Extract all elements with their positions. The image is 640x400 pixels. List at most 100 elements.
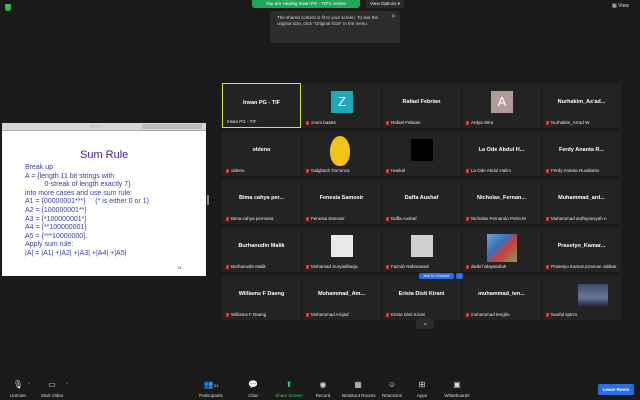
shared-window-titlebar: ▢ ▢ ▢ xyxy=(2,123,206,131)
participant-tile[interactable]: Rafael Febrian Rafael Febrian xyxy=(382,83,461,128)
participant-display-name: Burhanudin Malik xyxy=(238,243,285,249)
scroll-down-chevron-icon[interactable]: ⌄ xyxy=(416,318,434,329)
participant-display-name: Muhammad_ard... xyxy=(558,195,605,201)
participant-name: Ardya Wira xyxy=(471,120,494,125)
whiteboard-icon: ▣ xyxy=(453,380,461,389)
participant-name: Fenesia Samosir xyxy=(311,216,345,221)
participant-avatar xyxy=(411,139,433,161)
share-screen-icon: ⬆ xyxy=(285,380,293,389)
view-button[interactable]: ▦ View xyxy=(612,3,629,9)
participants-count: 31 xyxy=(213,383,219,388)
muted-mic-icon xyxy=(306,120,309,125)
more-options-button[interactable]: ··· xyxy=(456,273,463,279)
reactions-label: Reactions xyxy=(381,393,402,398)
participant-tile[interactable]: Haekal xyxy=(382,131,461,176)
start-video-button[interactable]: ▭ Start Video xyxy=(36,380,68,398)
participant-display-name: Bima cahya per... xyxy=(239,195,284,201)
participant-name-label: Muhammad ardhiyansyah n xyxy=(546,216,607,221)
participant-name-label: muhammad tengku xyxy=(466,312,510,317)
slide-title: Sum Rule xyxy=(80,149,129,161)
participant-name-label: Mohamad Suryadiharja xyxy=(306,264,358,269)
security-shield-icon[interactable] xyxy=(5,4,11,11)
participant-name: Burhanudin Malik xyxy=(231,264,266,269)
participant-tile[interactable]: Burhanudin Malik Burhanudin Malik xyxy=(222,227,301,272)
chat-button[interactable]: 💬 Chat xyxy=(237,380,269,398)
participant-tile[interactable]: Daffa Aushaf Daffa Aushaf xyxy=(382,179,461,224)
participant-display-name: Prasetyo_Kamar... xyxy=(557,243,606,249)
share-screen-button[interactable]: ⬆ Share Screen xyxy=(273,380,305,398)
participant-tile[interactable]: Irwan PG - TIF Irwan PG - TIF xyxy=(222,83,301,128)
participant-tile[interactable]: Mohamad Suryadiharja xyxy=(302,227,381,272)
participant-name-label: oldeno xyxy=(226,168,245,173)
participant-name-label: Erista Disti Kirani xyxy=(386,312,425,317)
record-icon: ◉ xyxy=(319,380,327,389)
muted-mic-icon xyxy=(226,216,229,221)
participant-tile[interactable]: Nicholas_Fernan... Nicholas Fernando Putr… xyxy=(462,179,541,224)
muted-mic-icon xyxy=(466,168,469,173)
participant-avatar xyxy=(487,234,517,262)
muted-mic-icon xyxy=(386,120,389,125)
record-button[interactable]: ◉ Record xyxy=(307,380,339,398)
participant-avatar xyxy=(330,136,350,166)
participant-tile[interactable]: Galgharzi Dorionza xyxy=(302,131,381,176)
reactions-button[interactable]: ☺ Reactions xyxy=(376,380,408,398)
participant-tile[interactable]: muhammad_ten... muhammad tengku xyxy=(462,275,541,320)
muted-mic-icon xyxy=(466,264,469,269)
participants-button[interactable]: 👥31 Participants xyxy=(195,380,227,398)
slide-page-number: 13 xyxy=(177,265,182,270)
participant-name: Prasetyo Kamaruzzaman Jabbar xyxy=(551,264,617,269)
participant-name: Daffa Aushaf xyxy=(391,216,417,221)
chat-icon: 💬 xyxy=(248,380,258,389)
participant-tile[interactable]: oldeno oldeno xyxy=(222,131,301,176)
participant-tile[interactable]: Nurhakim_As'ad... Nurhakim_As'ad W xyxy=(542,83,621,128)
participant-display-name: Daffa Aushaf xyxy=(404,195,439,201)
participant-tile[interactable]: Fazrah Rahmawati xyxy=(382,227,461,272)
participant-name-label: La Ode Abdul Halim xyxy=(466,168,511,173)
participant-tile[interactable]: Muhammad_ard... Muhammad ardhiyansyah n xyxy=(542,179,621,224)
whiteboards-label: Whiteboards xyxy=(444,393,470,398)
participant-tile[interactable]: Ferdy Ananta R... Ferdy Ananta Rusdianto xyxy=(542,131,621,176)
participant-tile[interactable]: Erista Disti Kirani Erista Disti Kirani xyxy=(382,275,461,320)
ask-to-unmute-button[interactable]: Ask to Unmute xyxy=(419,273,454,279)
leave-room-button[interactable]: Leave Room xyxy=(598,384,634,395)
whiteboards-button[interactable]: ▣ Whiteboards xyxy=(441,380,473,398)
muted-mic-icon xyxy=(466,120,469,125)
tooltip-text: The shared content is fit to your screen… xyxy=(277,15,378,26)
participant-tile[interactable]: Bima cahya per... Bima cahya permana xyxy=(222,179,301,224)
participant-tile[interactable]: Williams F Daeng Williams F Daeng xyxy=(222,275,301,320)
participant-name: Williams F Daeng xyxy=(231,312,267,317)
participant-name-label: Nurhakim_As'ad W xyxy=(546,120,589,125)
video-options-caret-icon[interactable]: ^ xyxy=(66,381,68,386)
reactions-icon: ☺ xyxy=(387,380,397,389)
participant-tile[interactable]: dwiki hidayatullah xyxy=(462,227,541,272)
participant-name: Galgharzi Dorionza xyxy=(311,168,350,173)
muted-mic-icon xyxy=(226,168,229,173)
apps-label: Apps xyxy=(416,393,428,398)
muted-mic-icon xyxy=(546,312,549,317)
participant-tile[interactable]: Prasetyo_Kamar... Prasetyo Kamaruzzaman J… xyxy=(542,227,621,272)
participant-name: La Ode Abdul Halim xyxy=(471,168,512,173)
audio-options-caret-icon[interactable]: ^ xyxy=(28,381,30,386)
participant-name-label: Haekal xyxy=(386,168,405,173)
view-options-button[interactable]: View Options ▾ xyxy=(366,0,404,8)
participant-tile[interactable]: Naufal sptrcs xyxy=(542,275,621,320)
participants-icon: 👥31 xyxy=(203,380,219,389)
close-icon[interactable]: ✕ xyxy=(391,14,396,20)
share-screen-label: Share Screen xyxy=(275,393,303,398)
apps-button[interactable]: ⊞ Apps xyxy=(406,380,438,398)
split-drag-handle[interactable] xyxy=(207,195,209,205)
chat-label: Chat xyxy=(248,393,258,398)
muted-mic-icon xyxy=(386,216,389,221)
participant-tile[interactable]: A Ardya Wira xyxy=(462,83,541,128)
breakout-rooms-button[interactable]: ▦ Breakout Rooms xyxy=(342,380,376,398)
record-label: Record xyxy=(315,393,331,398)
participant-name-label: Naufal sptrcs xyxy=(546,312,577,317)
participant-tile[interactable]: Fenesia Samosir Fenesia Samosir xyxy=(302,179,381,224)
participant-tile[interactable]: Mohammad_Am... Mohammad Amjad xyxy=(302,275,381,320)
participant-tile[interactable]: La Ode Abdul H... La Ode Abdul Halim xyxy=(462,131,541,176)
slide-line: A3 = {*100000001*} xyxy=(25,215,87,223)
participant-name-label: Burhanudin Malik xyxy=(226,264,266,269)
participant-name: Mohammad Amjad xyxy=(311,312,349,317)
participant-tile[interactable]: Zzoom baa04 xyxy=(302,83,381,128)
shared-window-toolbar xyxy=(142,124,202,129)
